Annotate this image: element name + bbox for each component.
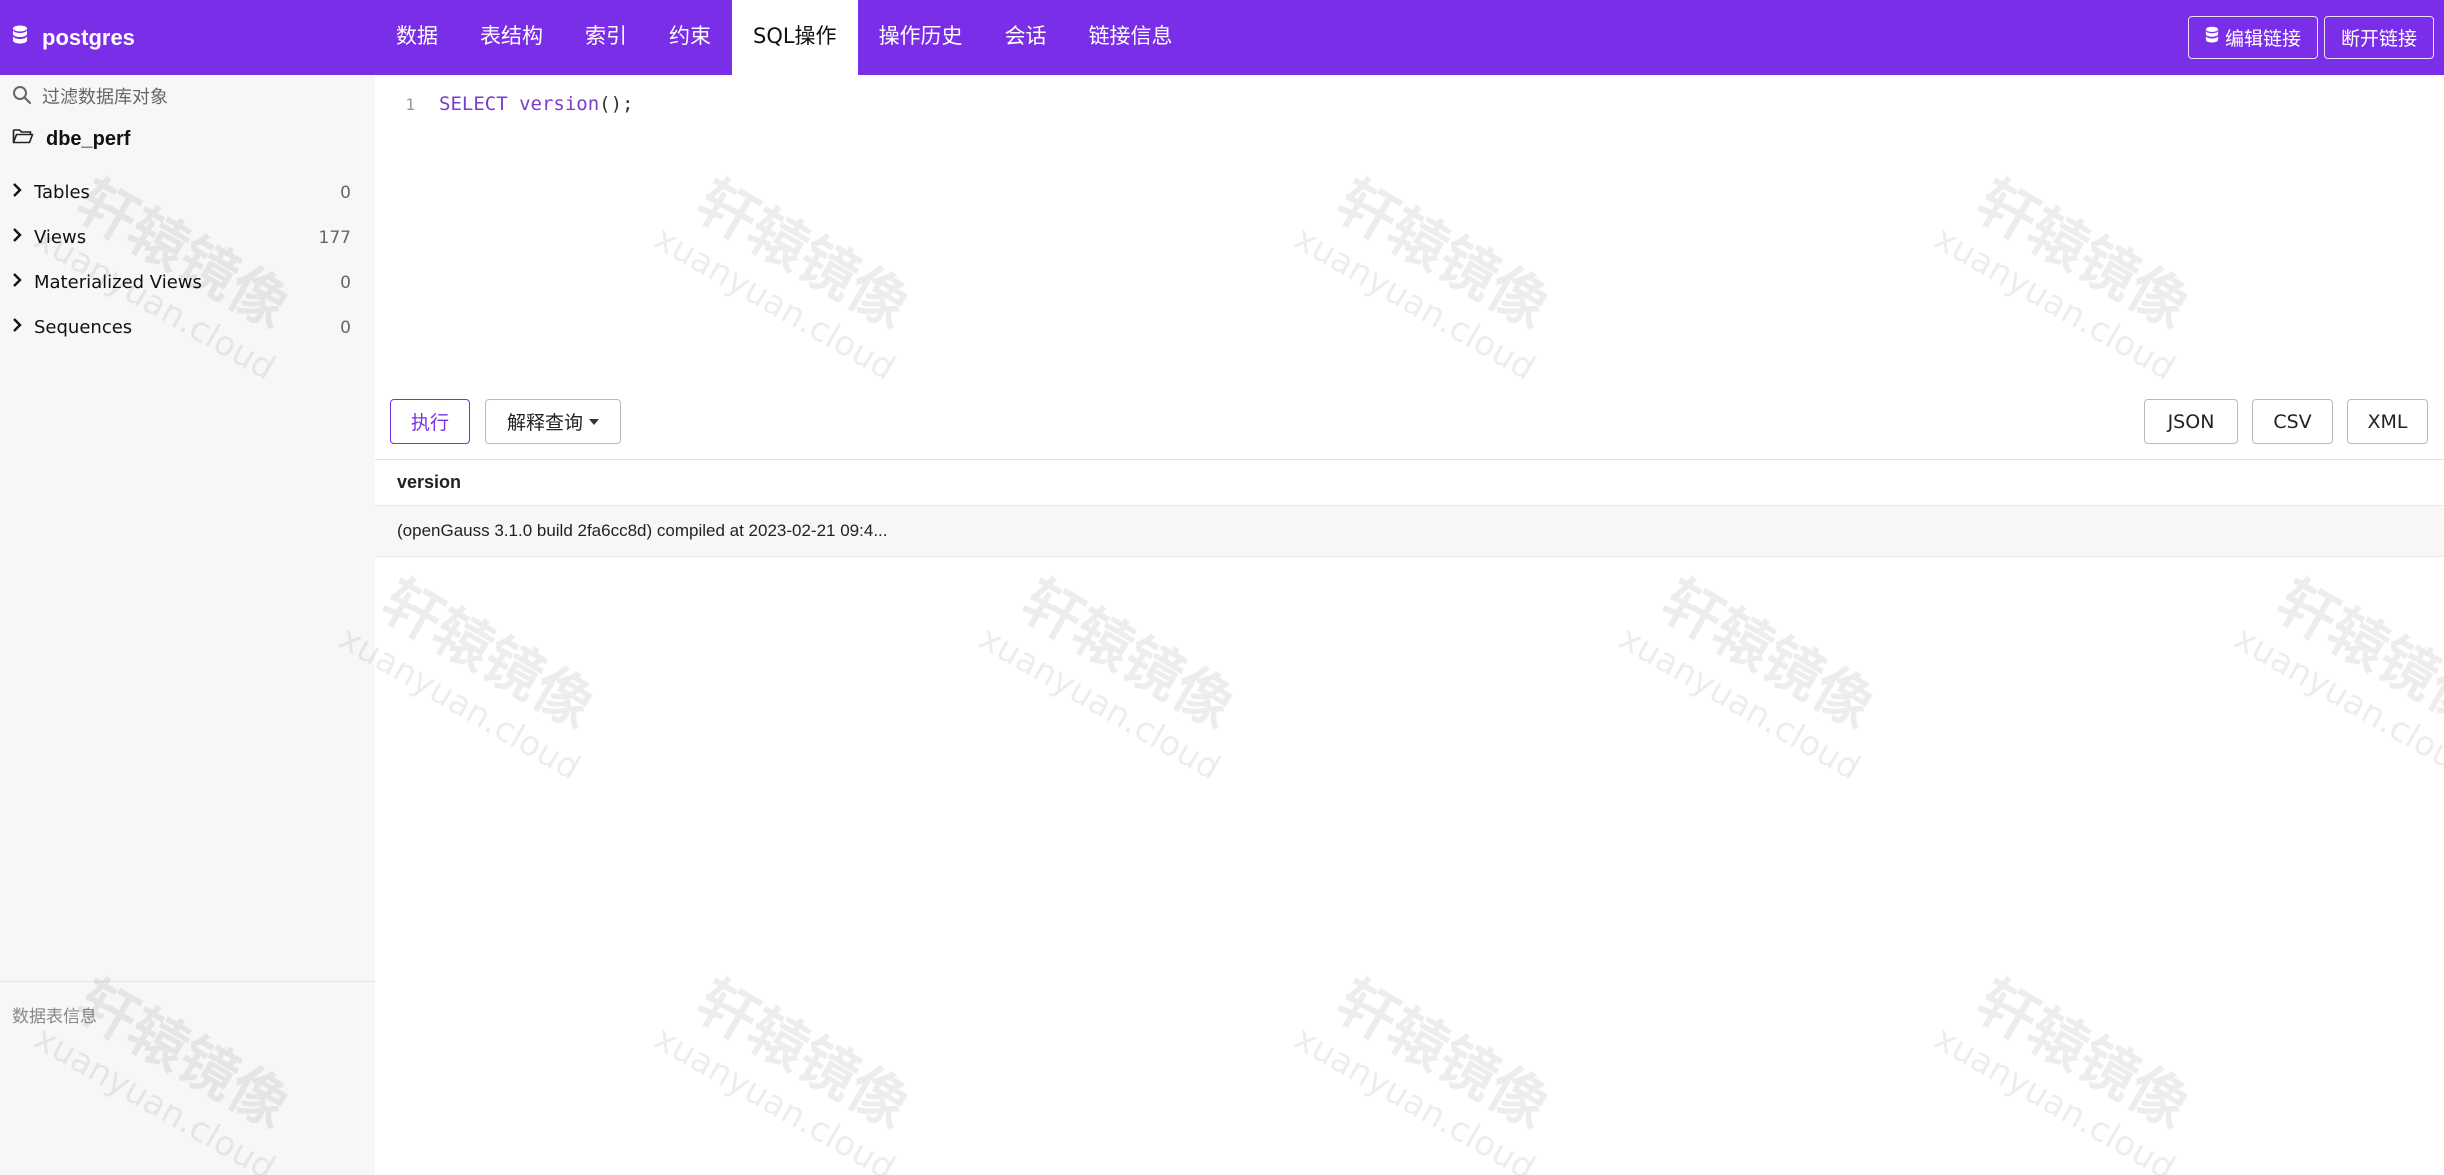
filter-bar xyxy=(0,75,375,119)
tree-item-count: 177 xyxy=(318,227,351,248)
watermark: 轩辕镜像xuanyuan.cloud xyxy=(1287,946,1584,1175)
explain-label: 解释查询 xyxy=(506,412,583,434)
tree-item-materialized-views[interactable]: Materialized Views 0 xyxy=(0,260,375,305)
watermark-cn: 轩辕镜像 xyxy=(685,966,921,1142)
app-window: postgres 数据 表结构 索引 约束 SQL操作 操作历史 会话 链接信息… xyxy=(0,0,2444,1175)
tab-sql[interactable]: SQL操作 xyxy=(732,0,858,75)
watermark-cn: 轩辕镜像 xyxy=(1650,566,1886,742)
edit-connection-label: 编辑链接 xyxy=(2224,28,2301,50)
table-row[interactable]: (openGauss 3.1.0 build 2fa6cc8d) compile… xyxy=(375,504,2444,557)
watermark-en: xuanyuan.cloud xyxy=(1287,1018,1542,1175)
sql-editor[interactable]: 1 SELECT version(); xyxy=(375,75,2444,380)
db-name: postgres xyxy=(42,24,135,50)
results-table: version (openGauss 3.1.0 build 2fa6cc8d)… xyxy=(375,460,2444,557)
disconnect-label: 断开链接 xyxy=(2340,28,2417,50)
chevron-right-icon xyxy=(12,182,22,203)
explain-dropdown-button[interactable]: 解释查询 xyxy=(485,399,621,444)
tab-connection-info[interactable]: 链接信息 xyxy=(1068,0,1194,75)
top-actions: 编辑链接 断开链接 xyxy=(2187,16,2434,59)
run-button[interactable]: 执行 xyxy=(390,399,470,444)
watermark: 轩辕镜像xuanyuan.cloud xyxy=(2227,546,2444,789)
watermark: 轩辕镜像xuanyuan.cloud xyxy=(647,946,944,1175)
query-action-bar: 执行 解释查询 JSON CSV XML xyxy=(375,380,2444,460)
sidebar: dbe_perf Tables 0 Views 177 Materialized… xyxy=(0,75,375,1175)
tab-structure[interactable]: 表结构 xyxy=(459,0,564,75)
watermark-en: xuanyuan.cloud xyxy=(972,618,1227,789)
watermark-en: xuanyuan.cloud xyxy=(2227,618,2444,789)
line-number: 1 xyxy=(405,95,415,114)
tree-item-count: 0 xyxy=(340,317,351,338)
sql-function: version xyxy=(519,93,600,115)
filter-input[interactable] xyxy=(42,86,362,108)
search-icon xyxy=(12,85,32,109)
results-panel: version (openGauss 3.1.0 build 2fa6cc8d)… xyxy=(375,460,2444,557)
table-info-panel: 数据表信息 xyxy=(0,981,375,1175)
tree-item-label: Views xyxy=(34,227,87,248)
chevron-right-icon xyxy=(12,227,22,248)
schema-title[interactable]: dbe_perf xyxy=(12,127,130,151)
tree-item-count: 0 xyxy=(340,272,351,293)
watermark-en: xuanyuan.cloud xyxy=(1612,618,1867,789)
database-icon xyxy=(12,25,42,51)
watermark: 轩辕镜像xuanyuan.cloud xyxy=(1927,946,2224,1175)
tab-data[interactable]: 数据 xyxy=(375,0,459,75)
object-tree: Tables 0 Views 177 Materialized Views 0 … xyxy=(0,170,375,350)
tree-item-label: Materialized Views xyxy=(34,272,202,293)
tree-item-label: Tables xyxy=(34,182,90,203)
database-icon xyxy=(2205,26,2225,49)
tree-item-views[interactable]: Views 177 xyxy=(0,215,375,260)
tab-sessions[interactable]: 会话 xyxy=(984,0,1068,75)
schema-name: dbe_perf xyxy=(46,127,131,150)
top-bar: postgres 数据 表结构 索引 约束 SQL操作 操作历史 会话 链接信息… xyxy=(0,0,2444,75)
watermark-cn: 轩辕镜像 xyxy=(2265,566,2444,742)
tab-indexes[interactable]: 索引 xyxy=(564,0,648,75)
export-csv-button[interactable]: CSV xyxy=(2252,399,2333,444)
chevron-right-icon xyxy=(12,272,22,293)
disconnect-button[interactable]: 断开链接 xyxy=(2323,16,2434,59)
sql-keyword: SELECT xyxy=(439,93,508,115)
tree-item-label: Sequences xyxy=(34,317,133,338)
export-json-button[interactable]: JSON xyxy=(2144,399,2238,444)
table-header-row: version xyxy=(375,460,2444,505)
sql-punctuation: (); xyxy=(599,93,634,115)
export-xml-button[interactable]: XML xyxy=(2347,399,2428,444)
folder-open-icon xyxy=(12,127,46,151)
tree-item-sequences[interactable]: Sequences 0 xyxy=(0,305,375,350)
watermark-cn: 轩辕镜像 xyxy=(1965,966,2201,1142)
main-tabs: 数据 表结构 索引 约束 SQL操作 操作历史 会话 链接信息 xyxy=(375,0,1194,75)
code-text: SELECT version(); xyxy=(439,93,634,115)
tree-item-tables[interactable]: Tables 0 xyxy=(0,170,375,215)
chevron-right-icon xyxy=(12,317,22,338)
watermark: 轩辕镜像xuanyuan.cloud xyxy=(1612,546,1909,789)
caret-down-icon xyxy=(589,418,599,425)
watermark-cn: 轩辕镜像 xyxy=(370,566,606,742)
watermark-cn: 轩辕镜像 xyxy=(1325,966,1561,1142)
watermark-cn: 轩辕镜像 xyxy=(1010,566,1246,742)
watermark-en: xuanyuan.cloud xyxy=(647,1018,902,1175)
table-cell[interactable]: (openGauss 3.1.0 build 2fa6cc8d) compile… xyxy=(375,504,2444,557)
tab-constraints[interactable]: 约束 xyxy=(648,0,732,75)
watermark: 轩辕镜像xuanyuan.cloud xyxy=(332,546,629,789)
watermark-en: xuanyuan.cloud xyxy=(1927,1018,2182,1175)
tree-item-count: 0 xyxy=(340,182,351,203)
tab-history[interactable]: 操作历史 xyxy=(858,0,984,75)
db-brand[interactable]: postgres xyxy=(0,0,375,75)
column-header[interactable]: version xyxy=(375,460,2444,505)
edit-connection-button[interactable]: 编辑链接 xyxy=(2187,16,2318,59)
code-line: 1 SELECT version(); xyxy=(375,93,634,115)
table-info-label: 数据表信息 xyxy=(12,1007,97,1027)
watermark: 轩辕镜像xuanyuan.cloud xyxy=(972,546,1269,789)
